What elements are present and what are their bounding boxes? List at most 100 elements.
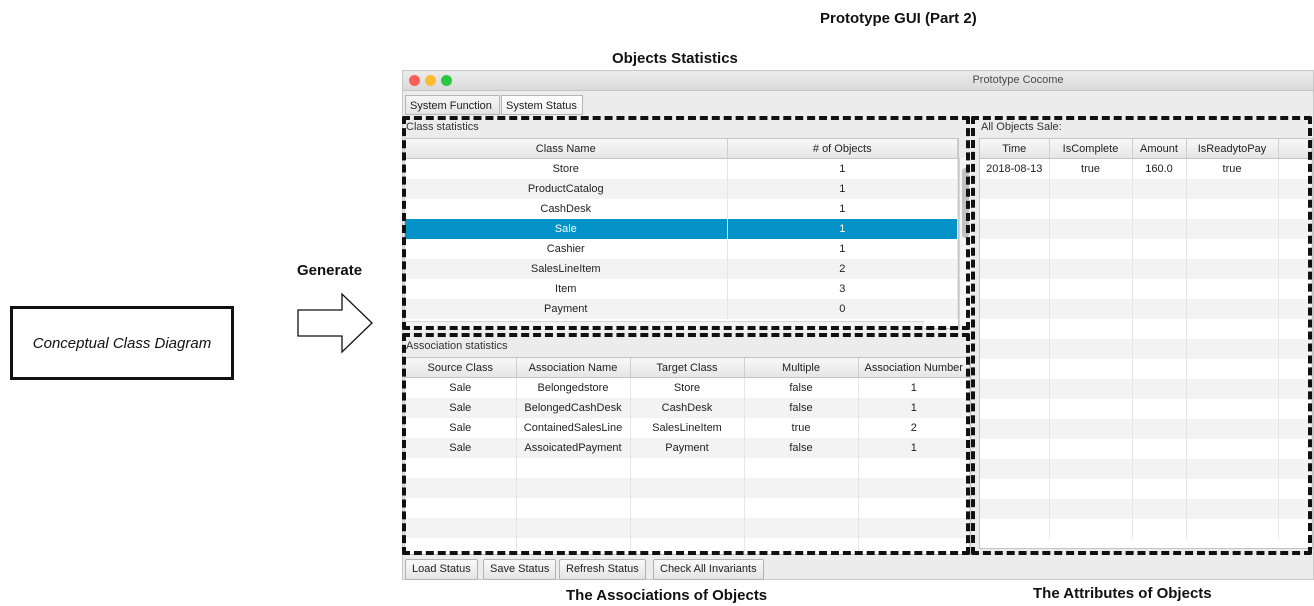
sale-objects-cell — [1186, 399, 1279, 419]
class-stats-row[interactable]: Sale 1 — [405, 219, 958, 239]
sale-objects-cell — [980, 499, 1050, 519]
sale-objects-cell — [1132, 279, 1187, 299]
assoc-stats-column-header[interactable]: Source Class — [405, 358, 517, 378]
tab-system-function[interactable]: System Function — [405, 95, 500, 115]
sale-objects-cell — [1186, 219, 1279, 239]
tab-system-status[interactable]: System Status — [501, 95, 583, 115]
sale-objects-row[interactable] — [980, 519, 1312, 539]
assoc-stats-row[interactable]: Sale AssoicatedPayment Payment false 1 — [405, 438, 970, 458]
sale-objects-row[interactable] — [980, 219, 1312, 239]
sale-objects-cell — [1132, 259, 1187, 279]
class-stats-row[interactable]: Cashier 1 — [405, 239, 958, 259]
assoc-stats-row[interactable]: Sale Belongedstore Store false 1 — [405, 377, 970, 398]
sale-objects-row[interactable] — [980, 439, 1312, 459]
assoc-stats-column-header[interactable]: Target Class — [630, 358, 745, 378]
sale-objects-cell — [980, 199, 1050, 219]
class-statistics-scrollbar[interactable] — [959, 158, 971, 329]
sale-objects-cell — [1132, 479, 1187, 499]
assoc-stats-cell — [858, 518, 970, 538]
assoc-stats-row[interactable]: Sale BelongedCashDesk CashDesk false 1 — [405, 398, 970, 418]
sale-objects-cell — [1186, 439, 1279, 459]
assoc-stats-column-header[interactable]: Association Name — [516, 358, 631, 378]
sale-objects-cell — [1132, 519, 1187, 539]
class-stats-cell: 1 — [727, 219, 958, 239]
assoc-stats-cell — [630, 538, 745, 554]
sale-objects-cell — [1049, 239, 1133, 259]
sale-objects-row[interactable] — [980, 239, 1312, 259]
sale-objects-cell — [1186, 179, 1279, 199]
class-stats-cell: Item — [405, 279, 728, 299]
assoc-stats-row[interactable]: Sale ContainedSalesLine SalesLineItem true 2 — [405, 418, 970, 438]
assoc-stats-column-header[interactable]: Association Number — [858, 358, 970, 378]
sale-objects-row[interactable] — [980, 359, 1312, 379]
sale-objects-row[interactable] — [980, 379, 1312, 399]
sale-objects-row[interactable] — [980, 319, 1312, 339]
sale-objects-row[interactable] — [980, 459, 1312, 479]
class-stats-column-header[interactable]: Class Name — [405, 139, 728, 159]
sale-objects-cell — [1132, 199, 1187, 219]
sale-objects-column-header[interactable]: Time — [980, 139, 1050, 159]
sale-objects-row[interactable] — [980, 199, 1312, 219]
sale-objects-row[interactable] — [980, 339, 1312, 359]
assoc-stats-cell: Sale — [405, 398, 517, 418]
assoc-stats-cell — [858, 498, 970, 518]
class-stats-row[interactable]: Item 3 — [405, 279, 958, 299]
sale-objects-cell — [1278, 519, 1312, 539]
class-stats-column-header[interactable]: # of Objects — [727, 139, 958, 159]
assoc-stats-cell — [405, 478, 517, 498]
sale-objects-cell — [1132, 379, 1187, 399]
scrollbar-thumb[interactable] — [962, 168, 969, 238]
sale-objects-cell — [1186, 359, 1279, 379]
window-title: Prototype Cocome — [972, 74, 1064, 86]
sale-objects-cell — [1049, 499, 1133, 519]
class-statistics-hscroll[interactable] — [404, 321, 924, 329]
assoc-stats-row[interactable] — [405, 458, 970, 478]
assoc-stats-row[interactable] — [405, 538, 970, 554]
assoc-stats-cell: 1 — [858, 398, 970, 418]
sale-objects-cell: true — [1186, 158, 1279, 179]
check-all-invariants-button[interactable]: Check All Invariants — [653, 559, 764, 580]
assoc-stats-cell — [630, 498, 745, 518]
sale-objects-row[interactable] — [980, 479, 1312, 499]
sale-objects-row[interactable] — [980, 179, 1312, 199]
assoc-stats-cell — [516, 478, 631, 498]
load-status-button[interactable]: Load Status — [405, 559, 478, 580]
sale-objects-row[interactable] — [980, 279, 1312, 299]
sale-objects-row[interactable] — [980, 299, 1312, 319]
save-status-button[interactable]: Save Status — [483, 559, 557, 580]
sale-objects-column-header[interactable]: IsComplete — [1049, 139, 1133, 159]
assoc-stats-row[interactable] — [405, 518, 970, 538]
sale-objects-cell — [980, 359, 1050, 379]
class-stats-cell: 1 — [727, 199, 958, 219]
class-stats-row[interactable]: SalesLineItem 2 — [405, 259, 958, 279]
sale-objects-column-header[interactable]: IsReadytoPay — [1186, 139, 1279, 159]
assoc-stats-cell: 1 — [858, 438, 970, 458]
sale-objects-row[interactable] — [980, 259, 1312, 279]
sale-objects-cell — [1049, 399, 1133, 419]
class-stats-row[interactable]: Store 1 — [405, 158, 958, 179]
sale-objects-cell: true — [1049, 158, 1133, 179]
window-titlebar: Prototype Cocome — [403, 71, 1313, 91]
assoc-stats-row[interactable] — [405, 478, 970, 498]
class-stats-row[interactable]: ProductCatalog 1 — [405, 179, 958, 199]
sale-objects-row[interactable] — [980, 399, 1312, 419]
sale-objects-cell — [1049, 519, 1133, 539]
sale-objects-row[interactable] — [980, 419, 1312, 439]
sale-objects-cell — [1132, 319, 1187, 339]
sale-objects-row[interactable]: 2018-08-13 true 160.0 true — [980, 158, 1312, 179]
sale-objects-cell — [1278, 399, 1312, 419]
sale-objects-cell — [1186, 339, 1279, 359]
sale-objects-cell: 160.0 — [1132, 158, 1187, 179]
sale-objects-row[interactable] — [980, 499, 1312, 519]
class-stats-cell: 0 — [727, 299, 958, 319]
class-stats-row[interactable]: CashDesk 1 — [405, 199, 958, 219]
sale-objects-column-header[interactable]: Amount — [1132, 139, 1187, 159]
class-stats-cell: 2 — [727, 259, 958, 279]
assoc-stats-row[interactable] — [405, 498, 970, 518]
refresh-status-button[interactable]: Refresh Status — [559, 559, 646, 580]
assoc-stats-column-header[interactable]: Multiple — [744, 358, 859, 378]
sale-objects-cell — [1278, 419, 1312, 439]
sale-objects-cell — [1049, 279, 1133, 299]
sale-objects-cell — [1278, 439, 1312, 459]
class-stats-row[interactable]: Payment 0 — [405, 299, 958, 319]
